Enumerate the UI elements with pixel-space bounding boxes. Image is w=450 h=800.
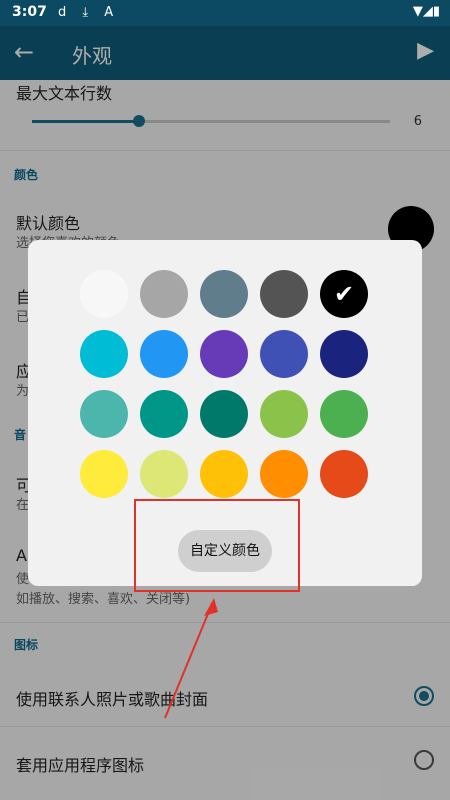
annotation-arrow-head (204, 598, 218, 616)
annotation-arrow (164, 598, 218, 719)
annotation-arrow-line (164, 603, 213, 719)
